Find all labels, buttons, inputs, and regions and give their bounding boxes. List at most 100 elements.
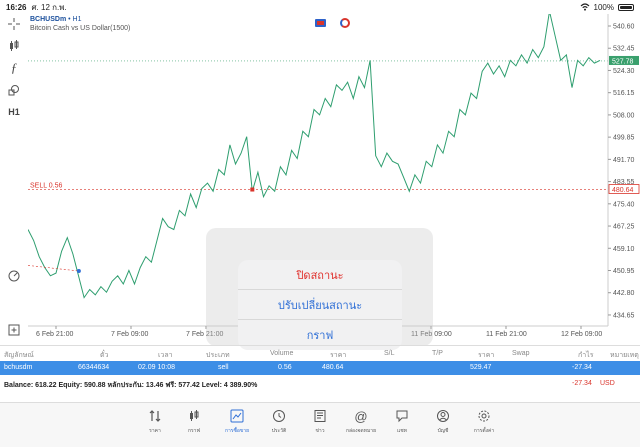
settings-icon bbox=[477, 407, 491, 425]
row-symbol: bchusdm bbox=[4, 364, 33, 371]
candles-icon bbox=[187, 407, 201, 425]
close-position-button[interactable]: ปิดสถานะ bbox=[238, 260, 402, 290]
tab-label: บัญชี bbox=[437, 428, 449, 434]
col-type[interactable]: ประเภท bbox=[206, 350, 230, 361]
price-tick-label: 516.15 bbox=[613, 90, 635, 97]
blue-marker bbox=[76, 269, 81, 273]
table-row[interactable]: bchusdm 66344634 02.09 10:08 sell 0.56 4… bbox=[0, 361, 640, 375]
tab-mailbox[interactable]: @ กล่องจดหมาย bbox=[341, 407, 381, 439]
tab-chat[interactable]: แชท bbox=[382, 407, 422, 439]
trendline bbox=[28, 265, 79, 272]
modify-position-button[interactable]: ปรับเปลี่ยนสถานะ bbox=[238, 290, 402, 320]
status-time: 16:26 bbox=[6, 2, 27, 12]
tab-trade[interactable]: การซื้อขาย bbox=[217, 407, 257, 439]
price-tick-label: 475.40 bbox=[613, 201, 635, 208]
tab-history[interactable]: ประวัติ bbox=[259, 407, 299, 439]
col-volume[interactable]: Volume bbox=[270, 350, 293, 357]
app-root: 16:26 ศ. 12 ก.พ. 100% ƒ H1 SELL 0.56 540… bbox=[0, 0, 640, 447]
tab-news[interactable]: ข่าว bbox=[300, 407, 340, 439]
time-tick-label: 11 Feb 21:00 bbox=[486, 331, 527, 338]
row-ticket: 66344634 bbox=[78, 364, 110, 371]
tab-label: การซื้อขาย bbox=[224, 428, 250, 434]
sell-level-label: SELL 0.56 bbox=[30, 183, 63, 190]
price-tick-label: 442.80 bbox=[613, 290, 635, 297]
price-tick-label: 540.60 bbox=[613, 24, 635, 31]
current-price-label: 527.78 bbox=[612, 58, 634, 65]
symbol-description: Bitcoin Cash vs US Dollar(1500) bbox=[30, 25, 131, 32]
speedometer-icon[interactable] bbox=[6, 268, 22, 284]
price-tick-label: 450.95 bbox=[613, 268, 635, 275]
chat-icon bbox=[395, 407, 409, 425]
shapes-icon[interactable] bbox=[6, 82, 22, 98]
col-comment[interactable]: หมายเหตุ bbox=[610, 350, 639, 361]
time-tick-label: 12 Feb 09:00 bbox=[561, 331, 602, 338]
one-click-trading-icon[interactable] bbox=[340, 18, 350, 28]
left-toolbar: ƒ H1 bbox=[0, 14, 28, 344]
tab-label: ประวัติ bbox=[271, 428, 287, 434]
crosshair-icon[interactable] bbox=[6, 16, 22, 32]
tab-label: การตั้งค่า bbox=[473, 428, 495, 434]
price-tick-label: 459.10 bbox=[613, 246, 635, 253]
price-tick-label: 524.30 bbox=[613, 68, 635, 75]
row-time: 02.09 10:08 bbox=[138, 364, 175, 371]
timeframe-button[interactable]: H1 bbox=[6, 104, 22, 120]
account-icon bbox=[436, 407, 450, 425]
col-price[interactable]: ราคา bbox=[330, 350, 346, 361]
col-current-price[interactable]: ราคา bbox=[478, 350, 494, 361]
price-tick-label: 532.45 bbox=[613, 46, 635, 53]
col-time[interactable]: เวลา bbox=[158, 350, 173, 361]
symbol-timeframe: • H1 bbox=[68, 16, 82, 23]
tab-label: ราคา bbox=[149, 428, 161, 434]
col-tp[interactable]: T/P bbox=[432, 350, 443, 357]
row-volume: 0.56 bbox=[278, 364, 292, 371]
col-profit[interactable]: กำไร bbox=[578, 350, 593, 361]
time-tick-label: 6 Feb 21:00 bbox=[36, 331, 73, 338]
status-date: ศ. 12 ก.พ. bbox=[31, 2, 67, 12]
col-symbol[interactable]: สัญลักษณ์ bbox=[4, 350, 34, 361]
tab-label: แชท bbox=[397, 428, 407, 434]
price-tick-label: 499.85 bbox=[613, 135, 635, 142]
price-tick-label: 508.00 bbox=[613, 112, 635, 119]
balance-row: Balance: 618.22 Equity: 590.88 หลักประกั… bbox=[0, 377, 640, 391]
tab-label: ข่าว bbox=[315, 428, 325, 434]
mail-icon: @ bbox=[354, 408, 368, 424]
symbol-name: BCHUSDm bbox=[30, 16, 67, 23]
row-price: 480.64 bbox=[322, 364, 344, 371]
status-right: 100% bbox=[580, 3, 634, 12]
history-icon bbox=[272, 407, 286, 425]
tab-label: กราฟ bbox=[187, 428, 201, 434]
row-type: sell bbox=[218, 364, 229, 371]
sort-arrows-icon bbox=[148, 407, 162, 425]
tab-label: กล่องจดหมาย bbox=[345, 428, 377, 434]
sell-marker[interactable] bbox=[250, 187, 255, 192]
col-sl[interactable]: S/L bbox=[384, 350, 395, 357]
symbol-title: BCHUSDm • H1 bbox=[30, 16, 81, 23]
battery-percent: 100% bbox=[593, 2, 614, 12]
balance-currency: USD bbox=[600, 380, 615, 387]
col-ticket[interactable]: ตั๋ว bbox=[100, 350, 108, 361]
row-current-price: 529.47 bbox=[470, 364, 492, 371]
price-tick-label: 491.70 bbox=[613, 157, 635, 164]
tab-chart[interactable]: กราฟ bbox=[174, 407, 214, 439]
status-bar: 16:26 ศ. 12 ก.พ. 100% bbox=[0, 0, 640, 14]
battery-icon bbox=[618, 3, 634, 11]
position-menu: ปิดสถานะ ปรับเปลี่ยนสถานะ กราฟ bbox=[238, 260, 402, 350]
tab-settings[interactable]: การตั้งค่า bbox=[464, 407, 504, 439]
col-swap[interactable]: Swap bbox=[512, 350, 530, 357]
row-profit: -27.34 bbox=[572, 364, 592, 371]
tab-account[interactable]: บัญชี bbox=[423, 407, 463, 439]
time-tick-label: 7 Feb 09:00 bbox=[111, 331, 148, 338]
add-indicator-icon[interactable] bbox=[6, 322, 22, 338]
sell-price-label: 480.64 bbox=[612, 187, 634, 194]
balance-profit: -27.34 bbox=[572, 380, 592, 387]
price-tick-label: 467.25 bbox=[613, 224, 635, 231]
candles-icon[interactable] bbox=[6, 38, 22, 54]
flag-icon[interactable] bbox=[315, 19, 326, 27]
function-icon[interactable]: ƒ bbox=[6, 60, 22, 76]
wifi-icon bbox=[580, 3, 589, 11]
bottom-tab-bar: ราคา กราฟ การซื้อขาย ประวัติ ข่าว @ กล่อ… bbox=[0, 402, 640, 447]
balance-summary: Balance: 618.22 Equity: 590.88 หลักประกั… bbox=[4, 382, 258, 389]
tab-quotes[interactable]: ราคา bbox=[135, 407, 175, 439]
trade-table-header: สัญลักษณ์ ตั๋ว เวลา ประเภท Volume ราคา S… bbox=[0, 345, 640, 361]
trend-icon bbox=[230, 407, 244, 425]
